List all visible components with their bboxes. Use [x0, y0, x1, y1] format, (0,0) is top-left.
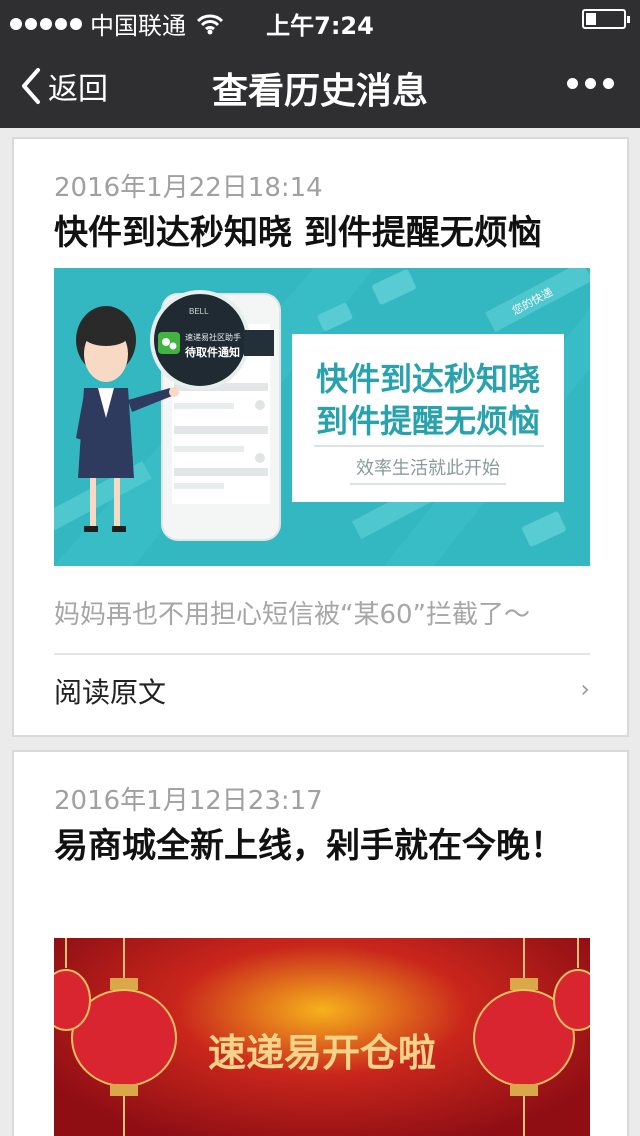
article-date: 2016年1月12日23:17 [54, 786, 323, 816]
status-bar: 中国联通 上午7:24 [0, 0, 640, 40]
banner-headline: 速递易开仓啦 [208, 1030, 436, 1075]
article-card[interactable]: 2016年1月22日18:14 快件到达秒知晓 到件提醒无烦恼 您的快递 BEL… [12, 137, 629, 737]
notification-title-text: 待取件通知 [184, 345, 240, 359]
battery-icon [582, 9, 630, 29]
read-original-link[interactable]: 阅读原文 › [54, 671, 590, 731]
article-summary: 妈妈再也不用担心短信被“某60”拦截了～ [54, 600, 531, 630]
article-cover-image[interactable]: 速递易开仓啦 [54, 938, 590, 1136]
article-date: 2016年1月22日18:14 [54, 173, 323, 203]
phone-header-text: BELL [189, 307, 209, 316]
more-dots-icon [567, 78, 578, 89]
read-original-label: 阅读原文 [54, 676, 167, 709]
article-title[interactable]: 快件到达秒知晓 到件提醒无烦恼 [54, 205, 594, 261]
courier-notification-illustration: 您的快递 BELL 速递易社区助手 待取件通知 快件到达秒知晓 到件提醒无烦恼 … [54, 268, 590, 566]
divider [54, 653, 590, 655]
article-cover-image[interactable]: 您的快递 BELL 速递易社区助手 待取件通知 快件到达秒知晓 到件提醒无烦恼 … [54, 268, 590, 566]
page-title: 查看历史消息 [211, 71, 428, 112]
battery-level [586, 13, 596, 25]
article-title[interactable]: 易商城全新上线，剁手就在今晚！ [54, 818, 594, 874]
banner-headline: 到件提醒无烦恼 [316, 402, 540, 440]
more-options-button[interactable] [567, 78, 614, 89]
status-time: 上午7:24 [266, 12, 374, 40]
article-card[interactable]: 2016年1月12日23:17 易商城全新上线，剁手就在今晚！ 速递易开仓啦 [12, 750, 629, 1136]
chevron-right-icon: › [580, 675, 590, 703]
new-year-lantern-banner: 速递易开仓啦 [54, 938, 590, 1136]
navigation-bar: 返回 查看历史消息 [0, 40, 640, 128]
notification-sender-text: 速递易社区助手 [185, 332, 241, 342]
banner-headline: 快件到达秒知晓 [316, 360, 540, 398]
banner-slogan: 效率生活就此开始 [356, 458, 500, 479]
